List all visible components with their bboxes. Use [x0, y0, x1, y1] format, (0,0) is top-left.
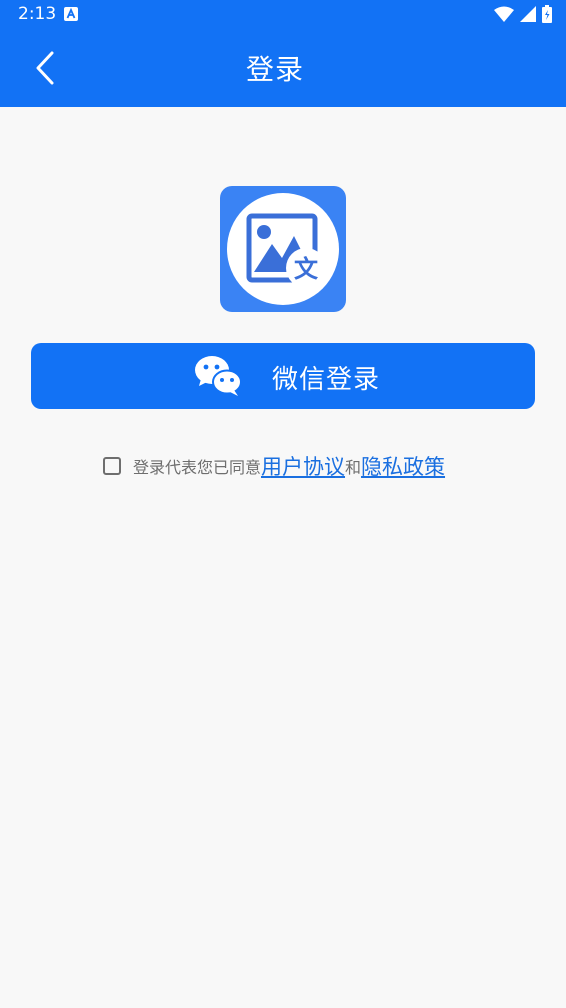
- status-icons: [494, 5, 552, 23]
- signal-icon: [520, 6, 536, 22]
- wechat-icon: [195, 356, 242, 396]
- status-bar: 2:13: [0, 0, 566, 30]
- app-logo: 文: [220, 186, 346, 312]
- status-time: 2:13: [18, 4, 57, 24]
- user-agreement-link[interactable]: 用户协议: [261, 451, 345, 481]
- wechat-login-button[interactable]: 微信登录: [31, 343, 535, 409]
- page-title: 登录: [245, 53, 304, 86]
- logo-badge-char: 文: [294, 255, 319, 283]
- agreement-row: 登录代表您已同意 用户协议 和 隐私政策: [103, 451, 445, 481]
- battery-icon: [542, 5, 552, 23]
- agreement-conjunction: 和: [345, 458, 362, 477]
- agreement-checkbox[interactable]: [103, 457, 121, 475]
- agreement-prefix: 登录代表您已同意: [133, 458, 262, 477]
- a-notification-icon: [64, 7, 78, 21]
- image-translate-icon: 文: [227, 193, 339, 305]
- privacy-policy-link[interactable]: 隐私政策: [361, 451, 445, 481]
- wifi-icon: [494, 6, 514, 22]
- app-header: 2:13 登录: [0, 0, 566, 107]
- wechat-login-label: 微信登录: [272, 365, 381, 395]
